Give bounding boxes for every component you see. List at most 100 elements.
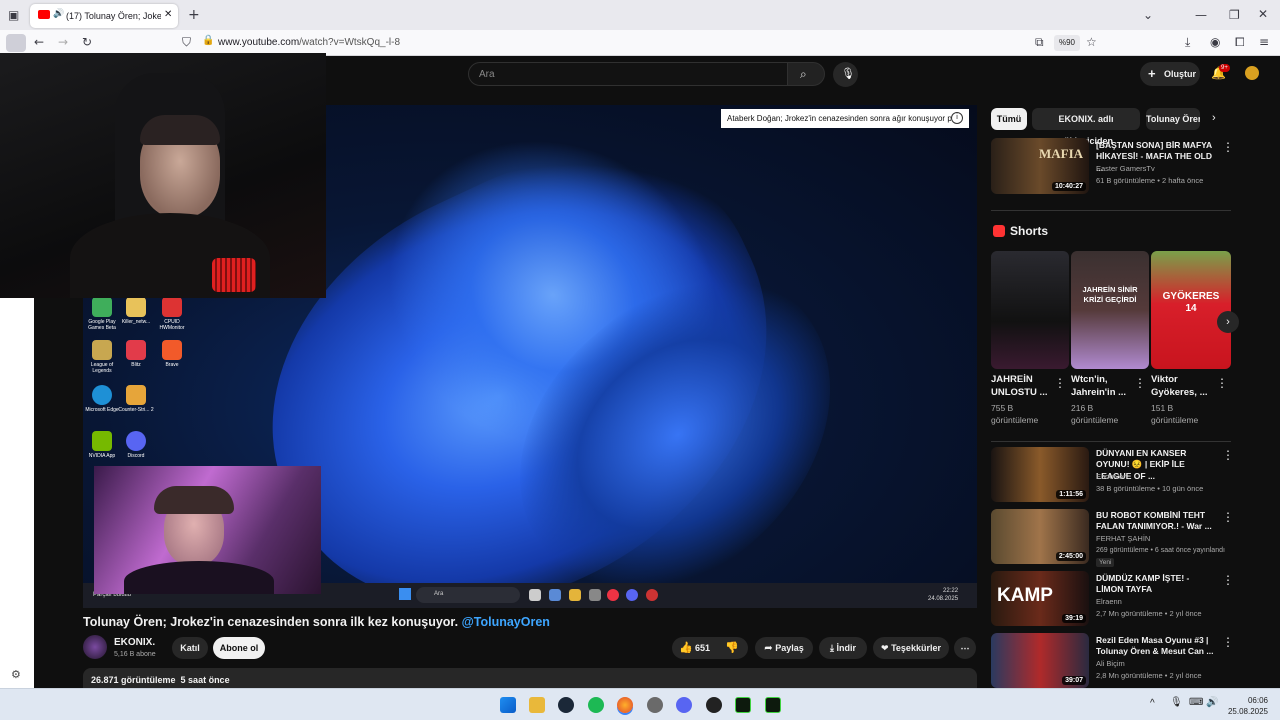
chevron-down-icon[interactable]: ⌄ [1143, 9, 1153, 21]
spotify-icon[interactable] [588, 697, 604, 713]
desktop-icon: Discord [117, 431, 155, 459]
tray-mic-icon[interactable]: 🎙 [1170, 697, 1183, 708]
download-button[interactable]: ⤓ İndir [819, 637, 867, 659]
video-title[interactable]: BU ROBOT KOMBİNİ TEHT FALAN TANIMIYOR.! … [1096, 510, 1216, 533]
more-vert-icon[interactable]: ⋮ [1222, 573, 1234, 587]
more-vert-icon[interactable]: ⋮ [1216, 376, 1228, 390]
channel-avatar[interactable] [83, 635, 107, 659]
tab-close-icon[interactable]: ✕ [164, 9, 172, 20]
video-thumbnail[interactable]: KAMP 39:19 [991, 571, 1089, 626]
video-channel[interactable]: Elraenn [1096, 597, 1122, 608]
short-thumbnail[interactable]: JAHREİN SİNİR KRİZİ GEÇİRDİ [1071, 251, 1149, 369]
video-thumbnail[interactable]: MAFIA 10:40:27 [991, 138, 1089, 194]
chip-all[interactable]: Tümü [991, 108, 1027, 130]
video-thumbnail[interactable]: 1:11:56 [991, 447, 1089, 502]
dislike-icon[interactable]: 👎 [725, 637, 739, 659]
maximize-icon[interactable]: ❐ [1229, 9, 1240, 21]
window-close-icon[interactable]: ✕ [1258, 8, 1268, 20]
settings-gear-icon[interactable]: ⚙ [11, 668, 21, 681]
create-label: Oluştur [1164, 69, 1197, 79]
tray-chevron-icon[interactable]: ^ [1150, 698, 1155, 709]
shorts-next-icon[interactable]: › [1217, 311, 1239, 333]
back-icon[interactable]: ← [34, 36, 44, 48]
create-button[interactable]: + Oluştur [1140, 62, 1200, 86]
tab-list-icon[interactable]: ▣ [8, 9, 19, 21]
windows-start-icon[interactable] [500, 697, 516, 713]
search-button[interactable]: ⌕ [787, 62, 825, 86]
more-vert-icon[interactable]: ⋮ [1222, 635, 1234, 649]
description-box[interactable]: 26.871 görüntüleme 5 saat önce [83, 668, 977, 690]
os-clock[interactable]: 06:06 25.08.2025 [1228, 695, 1268, 717]
chip-tolunay[interactable]: Tolunay Ören [1146, 108, 1200, 130]
channel-name[interactable]: EKONIX. [114, 637, 155, 648]
short-thumbnail[interactable]: GYÖKERES 14 [1151, 251, 1231, 369]
stream-app-icon[interactable] [735, 697, 751, 713]
search-input[interactable]: Ara [468, 62, 788, 86]
file-explorer-icon[interactable] [529, 697, 545, 713]
browser-tab-bar: ▣ 🔊 (17) Tolunay Ören; Jokez'in ✕ + ⌄ — … [0, 0, 1280, 30]
firefox-icon[interactable] [617, 697, 633, 713]
address-bar[interactable]: www.youtube.com/watch?v=WtskQq_-l-8 [218, 37, 400, 48]
video-channel[interactable]: Easter GamersTv [1096, 164, 1155, 175]
chips-next-icon[interactable]: › [1212, 112, 1216, 124]
share-button[interactable]: ➦ Paylaş [755, 637, 813, 659]
forward-icon[interactable]: → [58, 36, 68, 48]
tray-network-icon[interactable]: ⌨ [1189, 697, 1203, 708]
download-icon[interactable]: ⤓ [1185, 36, 1190, 48]
menu-icon[interactable]: ≡ [1259, 36, 1269, 48]
video-channel[interactable]: Ebonivon [1096, 472, 1127, 483]
video-thumbnail[interactable]: 39:07 [991, 633, 1089, 688]
short-thumbnail[interactable] [991, 251, 1069, 369]
search-icon: ⌕ [800, 67, 807, 81]
discord-icon[interactable] [676, 697, 692, 713]
tray-volume-icon[interactable]: 🔊 [1206, 697, 1218, 708]
desktop-icon: Counter-Stri... 2 [117, 385, 155, 413]
embedded-title-popup[interactable]: Ataberk Doğan; Jrokez'in cenazesinden so… [721, 109, 969, 128]
sidebar-toggle-icon[interactable] [6, 34, 26, 52]
video-title[interactable]: Rezil Eden Masa Oyunu #3 | Tolunay Ören … [1096, 635, 1216, 658]
video-hashtag-link[interactable]: @TolunayOren [462, 615, 550, 629]
video-channel[interactable]: FERHAT ŞAHİN [1096, 534, 1150, 545]
speaker-icon[interactable]: 🔊 [53, 9, 64, 19]
more-vert-icon[interactable]: ⋮ [1054, 376, 1066, 390]
tab-title: (17) Tolunay Ören; Jokez'in [66, 11, 161, 21]
more-actions-button[interactable]: ⋯ [954, 637, 976, 659]
more-vert-icon[interactable]: ⋮ [1222, 510, 1234, 524]
browser-tab-active[interactable]: 🔊 (17) Tolunay Ören; Jokez'in ✕ [30, 4, 178, 28]
short-title[interactable]: JAHREİN UNLOSTU ... [991, 374, 1055, 400]
shorts-icon [993, 225, 1005, 237]
info-icon[interactable]: i [951, 112, 963, 124]
subscribe-button[interactable]: Abone ol [213, 637, 265, 659]
zoom-level[interactable]: %90 [1054, 35, 1080, 51]
shield-icon[interactable]: ⛉ [182, 36, 191, 48]
thanks-button[interactable]: ❤ Teşekkürler [873, 637, 949, 659]
settings-app-icon[interactable] [647, 697, 663, 713]
taskbar-app-icon [569, 589, 581, 601]
minimize-icon[interactable]: — [1195, 9, 1207, 21]
popup-title-text: Ataberk Doğan; Jrokez'in cenazesinden so… [727, 114, 951, 123]
steam-icon[interactable] [558, 697, 574, 713]
account-icon[interactable]: ◉ [1210, 36, 1220, 48]
picture-in-picture-icon[interactable]: ⧉ [1035, 36, 1044, 48]
more-vert-icon[interactable]: ⋮ [1222, 140, 1234, 154]
user-avatar[interactable] [1245, 66, 1259, 80]
more-vert-icon[interactable]: ⋮ [1134, 376, 1146, 390]
short-title[interactable]: Wtcn'in, Jahrein'in ... [1071, 374, 1135, 400]
video-title[interactable]: DÜMDÜZ KAMP İŞTE! - LİMON TAYFA [1096, 573, 1216, 596]
plus-icon: + [1148, 66, 1156, 81]
bookmark-star-icon[interactable]: ☆ [1086, 36, 1097, 48]
like-icon[interactable]: 👍 [679, 637, 693, 659]
new-tab-icon[interactable]: + [188, 8, 200, 22]
short-title[interactable]: Viktor Gyökeres, ... [1151, 374, 1215, 400]
windows-start-icon [399, 588, 411, 600]
join-button[interactable]: Katıl [172, 637, 208, 659]
video-thumbnail[interactable]: 2:45:00 [991, 509, 1089, 564]
reload-icon[interactable]: ↻ [82, 36, 92, 48]
chip-uploader[interactable]: EKONIX. adlı yükleyiciden [1032, 108, 1140, 146]
video-channel[interactable]: Ali Biçim [1096, 659, 1125, 670]
extensions-icon[interactable]: ⧠ [1235, 36, 1245, 48]
obs-icon[interactable] [706, 697, 722, 713]
voice-search-button[interactable]: 🎙 [833, 62, 858, 87]
more-vert-icon[interactable]: ⋮ [1222, 448, 1234, 462]
stream-app-icon-2[interactable] [765, 697, 781, 713]
